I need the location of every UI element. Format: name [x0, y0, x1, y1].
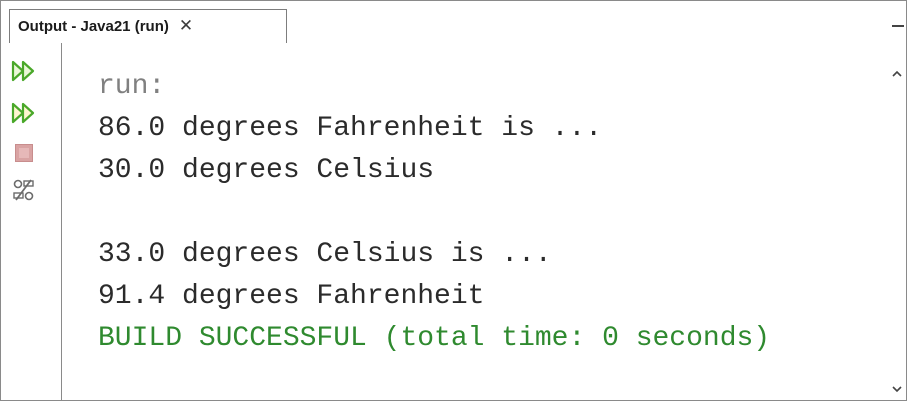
- rerun-icon[interactable]: [9, 56, 39, 86]
- console-output[interactable]: run: 86.0 degrees Fahrenheit is ... 30.0…: [62, 43, 888, 400]
- rerun-with-options-icon[interactable]: [9, 98, 39, 128]
- scroll-down-icon[interactable]: [891, 382, 903, 394]
- console-line: 33.0 degrees Celsius is ...: [98, 239, 552, 270]
- scroll-up-icon[interactable]: [891, 67, 903, 79]
- output-settings-icon[interactable]: [9, 175, 39, 205]
- tab-output-java21-run[interactable]: Output - Java21 (run) ✕: [9, 9, 287, 43]
- minimize-icon[interactable]: [890, 21, 906, 31]
- console-line-build-status: BUILD SUCCESSFUL (total time: 0 seconds): [98, 323, 771, 354]
- console-line-run: run:: [98, 71, 166, 102]
- console-line: 30.0 degrees Celsius: [98, 155, 435, 186]
- tab-label: Output - Java21 (run): [18, 18, 169, 35]
- close-icon[interactable]: ✕: [179, 18, 193, 35]
- vertical-scrollbar[interactable]: [888, 43, 906, 400]
- tab-bar: Output - Java21 (run) ✕: [1, 1, 906, 44]
- console-line: 91.4 degrees Fahrenheit: [98, 281, 485, 312]
- stop-icon[interactable]: [9, 138, 39, 168]
- console-line: 86.0 degrees Fahrenheit is ...: [98, 113, 603, 144]
- output-window: Output - Java21 (run) ✕ run: 86.0 degree…: [0, 0, 907, 401]
- output-toolbar: [1, 43, 62, 400]
